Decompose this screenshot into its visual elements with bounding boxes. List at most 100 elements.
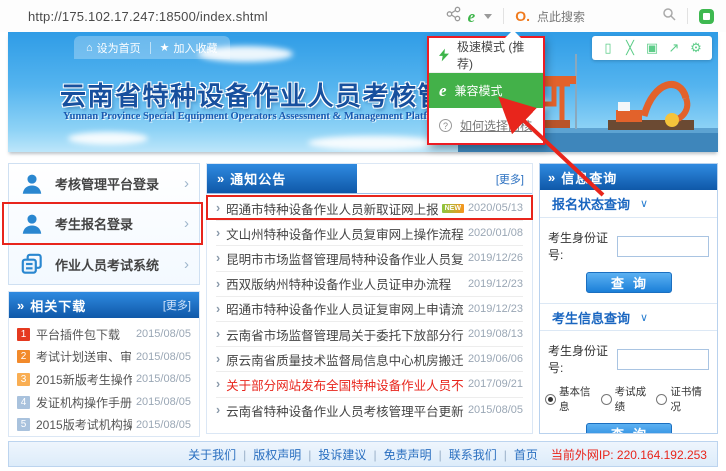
extension-icon[interactable] xyxy=(699,9,714,24)
notice-title[interactable]: 昭通市特种设备作业人员证复审网上申请流程及相… xyxy=(226,299,464,318)
menu-item-speed-mode[interactable]: 极速模式 (推荐) xyxy=(429,38,543,73)
footer-link[interactable]: 免责声明 xyxy=(384,448,432,462)
ie-icon: e xyxy=(439,82,447,99)
notices-panel-header: » 通知公告 [更多] xyxy=(207,164,532,194)
save-icon[interactable]: ▣ xyxy=(641,39,663,57)
id-number-input[interactable] xyxy=(617,236,709,257)
radio-icon[interactable] xyxy=(601,394,612,405)
notice-list-item[interactable]: › 文山州特种设备作业人员复审网上操作流程 2020/01/08 xyxy=(216,221,523,246)
radio-icon[interactable] xyxy=(656,394,667,405)
notice-title[interactable]: 关于部分网站发布全国特种设备作业人员不实信息… xyxy=(226,375,464,394)
notices-panel: » 通知公告 [更多] › 昭通市特种设备作业人员新取证网上报名流程 NEW20… xyxy=(206,163,533,434)
download-list-item[interactable]: 5 2015版考试机构操… 2015/08/05 xyxy=(17,413,191,436)
middle-column: » 通知公告 [更多] › 昭通市特种设备作业人员新取证网上报名流程 NEW20… xyxy=(206,163,533,434)
notice-date: 2015/08/05 xyxy=(464,404,523,416)
set-homepage-label: 设为首页 xyxy=(97,40,141,56)
web-page: ⌂ 设为首页 ★ 加入收藏 云南省特种设备作业人员考核管理平台 Yunnan P… xyxy=(0,32,726,471)
notice-list-item[interactable]: › 云南省特种设备作业人员考核管理平台更新至20… 2015/08/05 xyxy=(216,398,523,423)
info-query-panel-header: » 信息查询 xyxy=(540,164,717,190)
divider: | xyxy=(373,448,376,462)
notices-panel-title: 通知公告 xyxy=(230,169,286,188)
notice-list-item[interactable]: › 昭通市特种设备作业人员证复审网上申请流程及相… 2019/12/23 xyxy=(216,297,523,322)
radio-option[interactable]: 基本信息 xyxy=(545,384,601,414)
radio-option[interactable]: 证书情况 xyxy=(656,384,712,414)
menu-item-label: 如何选择内核 xyxy=(460,117,532,134)
menu-item-compatibility-mode[interactable]: e 兼容模式 xyxy=(429,73,543,108)
set-homepage-button[interactable]: ⌂ 设为首页 xyxy=(86,40,141,56)
chevron-down-icon: ∨ xyxy=(640,311,648,324)
download-title[interactable]: 考试计划送审、审核… xyxy=(36,348,132,365)
notice-list-item[interactable]: › 原云南省质量技术监督局信息中心机房搬迁公告 2019/06/06 xyxy=(216,347,523,372)
notice-list-item[interactable]: › 昆明市市场监督管理局特种设备作业人员复审流程… 2019/12/26 xyxy=(216,246,523,271)
radio-option[interactable]: 考试成绩 xyxy=(601,384,657,414)
radio-icon[interactable] xyxy=(545,394,556,405)
section-registration-status-query[interactable]: 报名状态查询 ∨ xyxy=(540,190,717,218)
notice-title[interactable]: 昆明市市场监督管理局特种设备作业人员复审流程… xyxy=(226,249,464,268)
info-query-panel-title: 信息查询 xyxy=(561,168,617,187)
download-list-item[interactable]: 4 发证机构操作手册 2015/08/05 xyxy=(17,391,191,414)
footer-link[interactable]: 联系我们 xyxy=(449,448,497,462)
footer-link[interactable]: 投诉建议 xyxy=(318,448,366,462)
download-title[interactable]: 发证机构操作手册 xyxy=(36,394,132,411)
query-button[interactable]: 查询 xyxy=(586,423,672,434)
download-list-item[interactable]: 2 考试计划送审、审核… 2015/08/05 xyxy=(17,346,191,369)
chevron-down-icon[interactable] xyxy=(484,14,492,19)
main-content: 考核管理平台登录 › 考生报名登录 › 作业人员考试系统 › xyxy=(8,163,718,434)
id-number-form-row: 考生身份证号: xyxy=(540,331,717,376)
notice-date: 2019/06/06 xyxy=(464,353,523,365)
downloads-more-link[interactable]: [更多] xyxy=(163,297,191,313)
menu-item-operator-exam-system[interactable]: 作业人员考试系统 › xyxy=(9,244,199,284)
divider xyxy=(687,8,688,24)
footer-link[interactable]: 关于我们 xyxy=(188,448,236,462)
settings-icon[interactable]: ⚙ xyxy=(685,39,707,57)
footer-link[interactable]: 首页 xyxy=(514,448,538,462)
url-text[interactable]: http://175.102.17.247:18500/index.shtml xyxy=(28,9,268,24)
download-title[interactable]: 平台插件包下载 xyxy=(36,326,120,343)
download-title[interactable]: 2015新版考生操作… xyxy=(36,371,132,388)
right-column: » 信息查询 报名状态查询 ∨ 考生身份证号: 查询 考生信息查询 ∨ xyxy=(539,163,718,434)
notice-list-item[interactable]: › 昭通市特种设备作业人员新取证网上报名流程 NEW2020/05/13 xyxy=(216,196,523,221)
download-date: 2015/08/05 xyxy=(132,328,191,340)
query-button[interactable]: 查询 xyxy=(586,272,672,293)
search-engine-logo[interactable]: O. xyxy=(515,8,530,24)
share-icon[interactable] xyxy=(446,6,461,27)
download-list-item[interactable]: 1 平台插件包下载 2015/08/05 xyxy=(17,323,191,346)
id-number-input[interactable] xyxy=(617,349,709,370)
notice-list-item[interactable]: › 云南省市场监督管理局关于委托下放部分行政许可… 2019/08/13 xyxy=(216,322,523,347)
menu-item-candidate-registration-login[interactable]: 考生报名登录 › xyxy=(9,204,199,244)
search-icon[interactable] xyxy=(662,7,676,26)
menu-item-assessment-platform-login[interactable]: 考核管理平台登录 › xyxy=(9,164,199,204)
notices-more-link[interactable]: [更多] xyxy=(496,171,532,187)
add-favorite-button[interactable]: ★ 加入收藏 xyxy=(160,40,218,56)
download-list-item[interactable]: 3 2015新版考生操作… 2015/08/05 xyxy=(17,368,191,391)
search-input[interactable]: 点此搜索 xyxy=(537,8,655,25)
chevron-right-icon: › xyxy=(216,403,220,417)
footer-links: 关于我们|版权声明|投诉建议|免责声明|联系我们|首页 xyxy=(181,446,545,463)
notice-title[interactable]: 昭通市特种设备作业人员新取证网上报名流程 xyxy=(226,199,437,218)
notice-list-item[interactable]: › 关于部分网站发布全国特种设备作业人员不实信息… 2017/09/21 xyxy=(216,372,523,397)
notice-title[interactable]: 原云南省质量技术监督局信息中心机房搬迁公告 xyxy=(226,350,464,369)
lightning-icon xyxy=(439,48,449,62)
download-title[interactable]: 2015版考试机构操… xyxy=(36,416,132,433)
kernel-mode-dropdown: 极速模式 (推荐) e 兼容模式 ? 如何选择内核 xyxy=(427,36,545,145)
notice-title[interactable]: 文山州特种设备作业人员复审网上操作流程 xyxy=(226,224,464,243)
person-icon xyxy=(19,211,45,237)
notice-title[interactable]: 云南省市场监督管理局关于委托下放部分行政许可… xyxy=(226,325,464,344)
browser-bar-controls: e O. 点此搜索 xyxy=(446,6,726,27)
mobile-icon[interactable]: ▯ xyxy=(597,39,619,57)
cloud-decoration xyxy=(308,136,438,150)
fullscreen-icon[interactable]: ╳ xyxy=(619,39,641,57)
section-title: 报名状态查询 xyxy=(552,194,630,213)
notice-title[interactable]: 西双版纳州特种设备作业人员证申办流程 xyxy=(226,274,451,293)
export-icon[interactable]: ↗ xyxy=(663,39,685,57)
notice-title[interactable]: 云南省特种设备作业人员考核管理平台更新至20… xyxy=(226,401,464,420)
footer-link[interactable]: 版权声明 xyxy=(253,448,301,462)
menu-item-how-to-choose-kernel[interactable]: ? 如何选择内核 xyxy=(429,108,543,143)
radio-label: 证书情况 xyxy=(670,384,712,414)
tab-notices[interactable]: » 通知公告 xyxy=(207,164,357,193)
notice-date: 2019/12/23 xyxy=(464,303,523,315)
divider xyxy=(503,8,504,24)
notice-list-item[interactable]: › 西双版纳州特种设备作业人员证申办流程 2019/12/23 xyxy=(216,272,523,297)
browser-mode-icon[interactable]: e xyxy=(468,8,476,25)
section-candidate-info-query[interactable]: 考生信息查询 ∨ xyxy=(540,303,717,331)
